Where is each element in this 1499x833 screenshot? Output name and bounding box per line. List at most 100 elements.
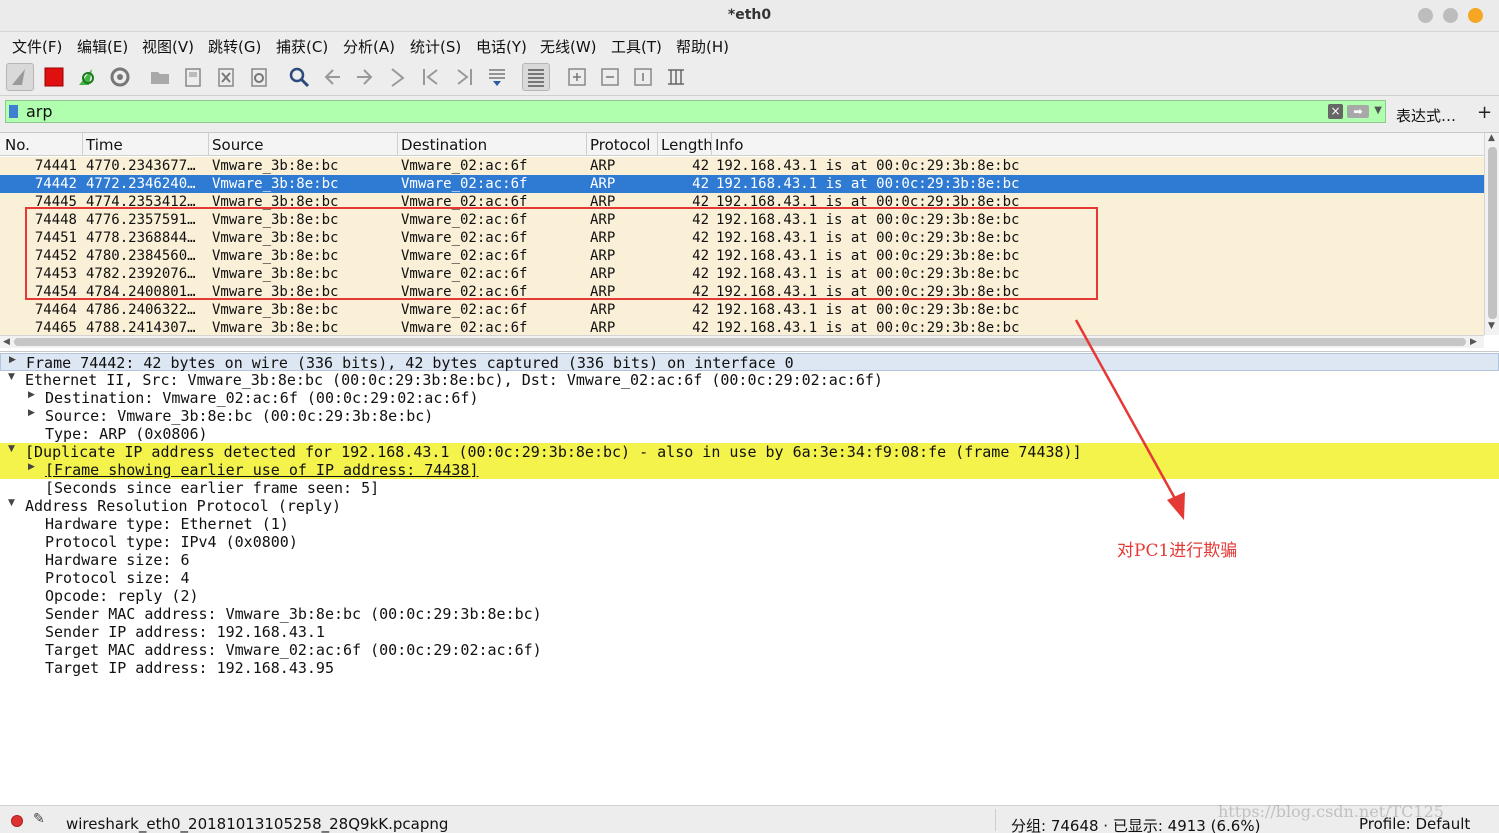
column-header-time[interactable]: Time	[86, 136, 123, 154]
open-file-icon[interactable]	[146, 63, 174, 91]
detail-tree-item[interactable]: Opcode: reply (2)	[0, 587, 1499, 605]
maximize-button[interactable]	[1443, 8, 1458, 23]
stop-capture-icon[interactable]	[40, 63, 68, 91]
detail-tree-item[interactable]: ▼ [Duplicate IP address detected for 192.…	[0, 443, 1499, 461]
scroll-right-icon[interactable]: ▶	[1470, 337, 1477, 347]
annotation-highlight-box	[25, 207, 1098, 300]
capture-options-icon[interactable]	[106, 63, 134, 91]
detail-tree-item[interactable]: ▼ Ethernet II, Src: Vmware_3b:8e:bc (00:0…	[0, 371, 1499, 389]
scrollbar-thumb[interactable]	[1488, 147, 1497, 319]
packet-list-vertical-scrollbar[interactable]: ▲ ▼	[1484, 133, 1499, 335]
detail-tree-item[interactable]: Hardware size: 6	[0, 551, 1499, 569]
column-divider[interactable]	[657, 133, 658, 156]
detail-text: Protocol type: IPv4 (0x0800)	[45, 533, 298, 551]
menu-analyze[interactable]: 分析(A)	[343, 36, 395, 57]
column-divider[interactable]	[586, 133, 587, 156]
scrollbar-thumb[interactable]	[14, 338, 1466, 346]
bookmark-icon[interactable]	[9, 105, 18, 118]
expression-button[interactable]: 表达式…	[1396, 105, 1456, 126]
expand-arrow-down-icon[interactable]: ▼	[8, 498, 15, 508]
detail-text: Sender MAC address: Vmware_3b:8e:bc (00:…	[45, 605, 542, 623]
scroll-left-icon[interactable]: ◀	[3, 337, 10, 347]
column-divider[interactable]	[397, 133, 398, 156]
packet-details-pane: ▶ Frame 74442: 42 bytes on wire (336 bits…	[0, 351, 1499, 802]
detail-tree-item[interactable]: Type: ARP (0x0806)	[0, 425, 1499, 443]
expand-arrow-right-icon[interactable]: ▶	[9, 355, 16, 365]
scroll-down-icon[interactable]: ▼	[1488, 321, 1495, 331]
detail-tree-item[interactable]: ▶ Destination: Vmware_02:ac:6f (00:0c:29:…	[0, 389, 1499, 407]
detail-tree-item[interactable]: ▶ Source: Vmware_3b:8e:bc (00:0c:29:3b:8e…	[0, 407, 1499, 425]
packet-cell-src: Vmware_3b:8e:bc	[212, 302, 339, 318]
column-header-no[interactable]: No.	[5, 136, 30, 154]
save-file-icon[interactable]	[179, 63, 207, 91]
packet-cell-info: 192.168.43.1 is at 00:0c:29:3b:8e:bc	[716, 302, 1020, 318]
display-filter-input[interactable]: arp × ➡ ▼	[5, 100, 1386, 123]
detail-tree-item[interactable]: Target MAC address: Vmware_02:ac:6f (00:…	[0, 641, 1499, 659]
add-filter-button[interactable]: +	[1477, 102, 1492, 123]
menu-view[interactable]: 视图(V)	[142, 36, 194, 57]
detail-tree-item[interactable]: Target IP address: 192.168.43.95	[0, 659, 1499, 677]
expand-arrow-right-icon[interactable]: ▶	[28, 390, 35, 400]
colorize-icon[interactable]	[522, 63, 550, 91]
go-to-packet-icon[interactable]	[384, 63, 412, 91]
detail-tree-item[interactable]: Hardware type: Ethernet (1)	[0, 515, 1499, 533]
find-packet-icon[interactable]	[285, 63, 313, 91]
packet-row[interactable]: 74442 4772.2346240… Vmware_3b:8e:bc Vmware_…	[0, 175, 1484, 193]
capture-comment-icon[interactable]: ✎	[33, 811, 45, 827]
expand-arrow-down-icon[interactable]: ▼	[8, 444, 15, 454]
detail-tree-item[interactable]: [Seconds since earlier frame seen: 5]	[0, 479, 1499, 497]
reload-file-icon[interactable]	[245, 63, 273, 91]
expand-arrow-right-icon[interactable]: ▶	[28, 408, 35, 418]
normal-size-icon[interactable]	[629, 63, 657, 91]
go-back-icon[interactable]	[318, 63, 346, 91]
column-header-length[interactable]: Length	[661, 136, 713, 154]
menu-tools[interactable]: 工具(T)	[611, 36, 662, 57]
packet-row[interactable]: 74464 4786.2406322… Vmware_3b:8e:bc Vmware_…	[0, 301, 1484, 319]
filter-text[interactable]: arp	[26, 102, 53, 121]
zoom-out-icon[interactable]	[596, 63, 624, 91]
filter-history-dropdown-icon[interactable]: ▼	[1374, 105, 1382, 116]
restart-capture-icon[interactable]	[73, 63, 101, 91]
packet-row[interactable]: 74441 4770.2343677… Vmware_3b:8e:bc Vmware_…	[0, 157, 1484, 175]
menu-edit[interactable]: 编辑(E)	[77, 36, 128, 57]
column-header-info[interactable]: Info	[715, 136, 743, 154]
menu-telephony[interactable]: 电话(Y)	[476, 36, 527, 57]
menu-file[interactable]: 文件(F)	[12, 36, 62, 57]
detail-tree-item[interactable]: ▶ Frame 74442: 42 bytes on wire (336 bits…	[0, 353, 1499, 372]
last-packet-icon[interactable]	[450, 63, 478, 91]
menu-help[interactable]: 帮助(H)	[676, 36, 729, 57]
expand-arrow-down-icon[interactable]: ▼	[8, 372, 15, 382]
close-file-icon[interactable]	[212, 63, 240, 91]
column-header-destination[interactable]: Destination	[401, 136, 487, 154]
resize-columns-icon[interactable]	[662, 63, 690, 91]
go-forward-icon[interactable]	[351, 63, 379, 91]
detail-tree-item[interactable]: Sender MAC address: Vmware_3b:8e:bc (00:…	[0, 605, 1499, 623]
menu-go[interactable]: 跳转(G)	[208, 36, 261, 57]
expert-info-icon[interactable]	[11, 815, 23, 827]
detail-tree-item[interactable]: Protocol size: 4	[0, 569, 1499, 587]
shark-fin-start-icon[interactable]	[6, 63, 34, 91]
zoom-in-icon[interactable]	[563, 63, 591, 91]
apply-filter-icon[interactable]: ➡	[1347, 105, 1369, 118]
packet-list-horizontal-scrollbar[interactable]: ◀ ▶	[0, 335, 1484, 348]
detail-text: Protocol size: 4	[45, 569, 190, 587]
column-divider[interactable]	[82, 133, 83, 156]
menu-capture[interactable]: 捕获(C)	[276, 36, 328, 57]
menu-statistics[interactable]: 统计(S)	[410, 36, 461, 57]
column-divider[interactable]	[711, 133, 712, 156]
column-header-protocol[interactable]: Protocol	[590, 136, 650, 154]
column-header-source[interactable]: Source	[212, 136, 264, 154]
close-button[interactable]	[1468, 8, 1483, 23]
clear-filter-icon[interactable]: ×	[1328, 104, 1343, 119]
column-divider[interactable]	[208, 133, 209, 156]
autoscroll-icon[interactable]	[483, 63, 511, 91]
detail-tree-item[interactable]: Sender IP address: 192.168.43.1	[0, 623, 1499, 641]
expand-arrow-right-icon[interactable]: ▶	[28, 462, 35, 472]
minimize-button[interactable]	[1418, 8, 1433, 23]
detail-tree-item[interactable]: ▶ [Frame showing earlier use of IP addres…	[0, 461, 1499, 479]
detail-tree-item[interactable]: Protocol type: IPv4 (0x0800)	[0, 533, 1499, 551]
scroll-up-icon[interactable]: ▲	[1488, 133, 1495, 143]
detail-tree-item[interactable]: ▼ Address Resolution Protocol (reply)	[0, 497, 1499, 515]
menu-wireless[interactable]: 无线(W)	[540, 36, 597, 57]
first-packet-icon[interactable]	[417, 63, 445, 91]
